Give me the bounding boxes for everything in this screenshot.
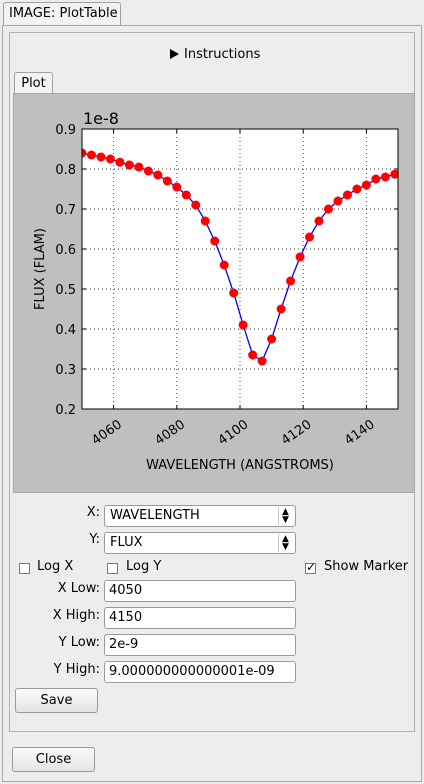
x-tick-label: 4060	[89, 417, 125, 448]
flux-data-point	[210, 236, 220, 246]
tab-plot[interactable]: Plot	[14, 72, 53, 94]
flux-chart[interactable]: 4060 4080 4100 4120 4140 0.2 0.3 0.4 0.5 0.6 0.7 0.…	[14, 94, 414, 492]
flux-data-point	[191, 200, 201, 210]
flux-data-point	[333, 196, 343, 206]
log-x-label: Log X	[37, 559, 74, 574]
tab-plot-label: Plot	[21, 76, 46, 91]
x-column-select[interactable]: WAVELENGTH ▲ ▼	[104, 505, 296, 527]
x-tick-label: 4120	[279, 417, 315, 448]
save-button[interactable]: Save	[15, 688, 98, 713]
flux-data-point	[153, 170, 163, 180]
flux-data-point	[115, 157, 125, 167]
flux-data-point	[96, 152, 106, 162]
x-axis-title: WAVELENGTH (ANGSTROMS)	[146, 458, 334, 473]
log-y-checkbox[interactable]	[107, 563, 118, 574]
window-frame: Instructions Plot 4060 4080 4100 4120 4140 0.…	[2, 25, 422, 782]
x-tick-label: 4080	[152, 417, 188, 448]
y-tick-label: 0.5	[55, 283, 76, 298]
flux-data-point	[305, 232, 315, 242]
plot-panel: 4060 4080 4100 4120 4140 0.2 0.3 0.4 0.5 0.6 0.7 0.…	[13, 93, 415, 493]
y-high-label: Y High:	[53, 662, 100, 677]
flux-data-point	[371, 174, 381, 184]
log-y-label: Log Y	[126, 559, 162, 574]
y-tick-label: 0.4	[55, 323, 76, 338]
flux-data-point	[124, 160, 134, 170]
flux-data-point	[276, 304, 286, 314]
flux-data-point	[219, 260, 229, 270]
x-low-label: X Low:	[57, 581, 100, 596]
flux-data-point	[200, 216, 210, 226]
x-axis-label: X:	[86, 505, 100, 520]
y-low-label: Y Low:	[58, 635, 100, 650]
window-title: IMAGE: PlotTable	[9, 6, 118, 21]
flux-data-point	[361, 180, 371, 190]
y-tick-label: 0.9	[55, 123, 76, 138]
y-tick-label: 0.3	[55, 363, 76, 378]
log-x-checkbox[interactable]	[19, 563, 30, 574]
flux-data-point	[143, 166, 153, 176]
flux-data-point	[181, 190, 191, 200]
select-arrows-icon: ▲ ▼	[278, 507, 292, 525]
select-arrows-icon: ▲ ▼	[278, 534, 292, 552]
x-high-label: X High:	[52, 608, 100, 623]
instructions-label: Instructions	[184, 47, 261, 62]
y-tick-label: 0.7	[55, 203, 76, 218]
y-column-select[interactable]: FLUX ▲ ▼	[104, 532, 296, 554]
flux-data-point	[134, 162, 144, 172]
flux-data-point	[229, 288, 239, 298]
y-axis-title: FLUX (FLAM)	[33, 228, 48, 310]
flux-data-point	[400, 169, 409, 178]
flux-data-point	[248, 350, 258, 360]
flux-data-point	[257, 356, 267, 366]
y-high-input[interactable]: 9.000000000000001e-09	[104, 661, 296, 683]
expand-triangle-icon	[170, 49, 179, 59]
y-axis-label: Y:	[89, 532, 100, 547]
show-marker-checkbox[interactable]	[305, 560, 316, 574]
y-tick-label: 0.2	[55, 403, 76, 418]
flux-data-point	[295, 252, 305, 262]
flux-data-point	[323, 204, 333, 214]
instructions-toggle[interactable]: Instructions	[170, 47, 260, 62]
flux-data-point	[380, 172, 390, 182]
flux-data-point	[352, 184, 362, 194]
x-tick-label: 4140	[342, 417, 378, 448]
x-low-input[interactable]: 4050	[104, 580, 296, 602]
y-tick-label: 0.8	[55, 163, 76, 178]
flux-data-point	[172, 182, 182, 192]
flux-data-point	[342, 190, 352, 200]
flux-data-point	[267, 334, 277, 344]
y-tick-label: 0.6	[55, 243, 76, 258]
flux-data-point	[162, 176, 172, 186]
flux-data-point	[286, 276, 296, 286]
flux-data-point	[238, 320, 248, 330]
flux-data-point	[314, 216, 324, 226]
y-multiplier-label: 1e-8	[83, 109, 119, 128]
x-tick-label: 4100	[216, 417, 252, 448]
flux-data-point	[86, 150, 96, 160]
y-column-value: FLUX	[110, 535, 143, 550]
close-button[interactable]: Close	[12, 747, 95, 772]
x-high-input[interactable]: 4150	[104, 607, 296, 629]
x-column-value: WAVELENGTH	[110, 508, 200, 523]
show-marker-label: Show Marker	[324, 559, 409, 574]
plot-table-panel: Instructions Plot 4060 4080 4100 4120 4140 0.…	[9, 32, 415, 732]
flux-data-point	[105, 154, 115, 164]
window-tab[interactable]: IMAGE: PlotTable	[3, 2, 121, 26]
y-low-input[interactable]: 2e-9	[104, 634, 296, 656]
